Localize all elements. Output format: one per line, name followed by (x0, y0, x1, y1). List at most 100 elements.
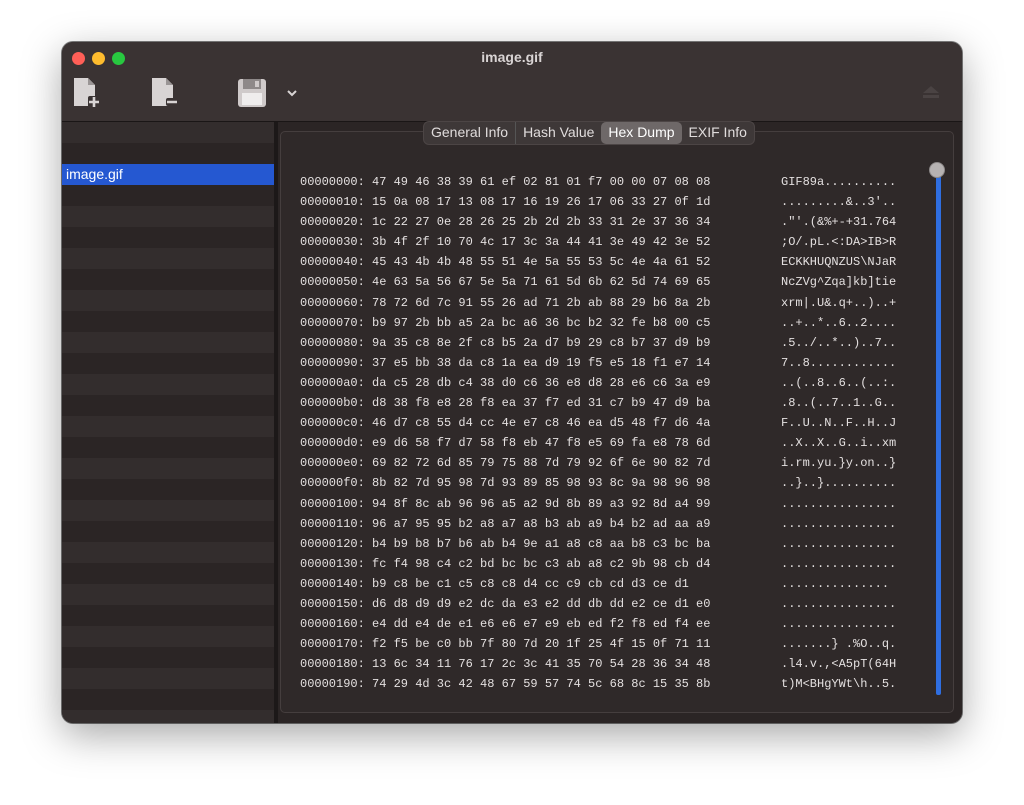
add-file-button[interactable] (68, 76, 102, 110)
hex-bytes: d8 38 f8 e8 28 f8 ea 37 f7 ed 31 c7 b9 4… (372, 396, 711, 411)
hex-offset: 000000e0: (300, 456, 365, 471)
hex-offset: 00000190: (300, 677, 365, 692)
hex-dump-row: 00000010: 15 0a 08 17 13 08 17 16 19 26 1… (300, 192, 896, 212)
hex-bytes: 46 d7 c8 55 d4 cc 4e e7 c8 46 ea d5 48 f… (372, 416, 711, 431)
hex-offset: 00000060: (300, 295, 365, 310)
ascii-text: .l4.v.,<A5pT(64H (781, 657, 897, 672)
hex-dump-row: 00000140: b9 c8 be c1 c5 c8 c8 d4 cc c9 c… (300, 574, 896, 594)
hex-dump-row: 00000190: 74 29 4d 3c 42 48 67 59 57 74 5… (300, 674, 896, 694)
save-menu-button[interactable] (285, 86, 299, 100)
hex-dump-row: 00000040: 45 43 4b 4b 48 55 51 4e 5a 55 5… (300, 252, 896, 272)
hex-bytes: e4 dd e4 de e1 e6 e6 e7 e9 eb ed f2 f8 e… (372, 617, 711, 632)
hex-dump-row: 00000110: 96 a7 95 95 b2 a8 a7 a8 b3 ab a… (300, 514, 896, 534)
window-title: image.gif (481, 49, 543, 65)
hex-offset: 00000040: (300, 255, 365, 270)
ascii-text: ECKKHUQNZUS\NJaR (781, 255, 897, 270)
ascii-text: ................ (781, 516, 897, 531)
ascii-text: ................ (781, 536, 897, 551)
hex-dump-row: 000000e0: 69 82 72 6d 85 79 75 88 7d 79 9… (300, 453, 896, 473)
hex-dump-row: 00000050: 4e 63 5a 56 67 5e 5a 71 61 5d 6… (300, 272, 896, 292)
hex-offset: 00000180: (300, 657, 365, 672)
main-content: General Info Hash Value Hex Dump EXIF In… (278, 121, 962, 723)
hex-dump-row: 000000a0: da c5 28 db c4 38 d0 c6 36 e8 d… (300, 373, 896, 393)
hex-offset: 000000d0: (300, 436, 365, 451)
hex-bytes: 69 82 72 6d 85 79 75 88 7d 79 92 6f 6e 9… (372, 456, 711, 471)
hex-offset: 000000b0: (300, 396, 365, 411)
hex-dump-row: 00000160: e4 dd e4 de e1 e6 e6 e7 e9 eb e… (300, 614, 896, 634)
hex-bytes: 45 43 4b 4b 48 55 51 4e 5a 55 53 5c 4e 4… (372, 255, 711, 270)
hex-dump-row: 00000120: b4 b9 b8 b7 b6 ab b4 9e a1 a8 c… (300, 534, 896, 554)
hex-bytes: 15 0a 08 17 13 08 17 16 19 26 17 06 33 2… (372, 195, 711, 210)
hex-bytes: 13 6c 34 11 76 17 2c 3c 41 35 70 54 28 3… (372, 657, 711, 672)
tab-bar: General Info Hash Value Hex Dump EXIF In… (423, 121, 755, 145)
ascii-text: ..X..X..G..i..xm (781, 436, 897, 451)
ascii-text: ................ (781, 496, 897, 511)
eject-button[interactable] (920, 83, 942, 99)
app-window: image.gif image.gif General Info Hash Va… (62, 42, 962, 723)
save-button[interactable] (236, 77, 268, 109)
tab-exif-info[interactable]: EXIF Info (682, 122, 754, 144)
hex-dump-row: 00000070: b9 97 2b bb a5 2a bc a6 36 bc b… (300, 313, 896, 333)
hex-bytes: d6 d8 d9 d9 e2 dc da e3 e2 dd db dd e2 c… (372, 596, 711, 611)
hex-dump-row: 00000080: 9a 35 c8 8e 2f c8 b5 2a d7 b9 2… (300, 333, 896, 353)
tab-hex-dump[interactable]: Hex Dump (601, 122, 682, 144)
hex-dump-row: 00000130: fc f4 98 c4 c2 bd bc bc c3 ab a… (300, 554, 896, 574)
scrollbar-track[interactable] (936, 163, 941, 695)
floppy-disk-icon (238, 79, 266, 107)
hex-offset: 000000f0: (300, 476, 365, 491)
ascii-text: ................ (781, 596, 897, 611)
ascii-text: 7..8............ (781, 355, 897, 370)
hex-dump-row: 000000f0: 8b 82 7d 95 98 7d 93 89 85 98 9… (300, 473, 896, 493)
remove-file-button[interactable] (146, 76, 180, 110)
remove-file-icon (152, 78, 178, 106)
hex-dump-row: 000000b0: d8 38 f8 e8 28 f8 ea 37 f7 ed 3… (300, 393, 896, 413)
ascii-text: ..+..*..6..2.... (781, 315, 897, 330)
hex-offset: 00000130: (300, 556, 365, 571)
hex-bytes: 96 a7 95 95 b2 a8 a7 a8 b3 ab a9 b4 b2 a… (372, 516, 711, 531)
hex-dump-view[interactable]: 00000000: 47 49 46 38 39 61 ef 02 81 01 f… (300, 172, 896, 694)
hex-dump-row: 000000d0: e9 d6 58 f7 d7 58 f8 eb 47 f8 e… (300, 433, 896, 453)
ascii-text: i.rm.yu.}y.on..} (781, 456, 897, 471)
tab-hash-value[interactable]: Hash Value (516, 122, 601, 144)
add-file-icon (74, 78, 100, 108)
hex-offset: 000000c0: (300, 416, 365, 431)
hex-dump-row: 00000090: 37 e5 bb 38 da c8 1a ea d9 19 f… (300, 353, 896, 373)
ascii-text: .5../..*..)..7.. (781, 335, 897, 350)
hex-bytes: da c5 28 db c4 38 d0 c6 36 e8 d8 28 e6 c… (372, 375, 711, 390)
ascii-text: ................ (781, 556, 897, 571)
ascii-text: ..}..}.......... (781, 476, 897, 491)
scrollbar-thumb[interactable] (929, 162, 945, 178)
hex-bytes: 37 e5 bb 38 da c8 1a ea d9 19 f5 e5 18 f… (372, 355, 711, 370)
ascii-text: ..(..8..6..(..:. (781, 375, 897, 390)
hex-dump-row: 00000150: d6 d8 d9 d9 e2 dc da e3 e2 dd d… (300, 594, 896, 614)
hex-dump-row: 00000030: 3b 4f 2f 10 70 4c 17 3c 3a 44 4… (300, 232, 896, 252)
hex-dump-row: 00000170: f2 f5 be c0 bb 7f 80 7d 20 1f 2… (300, 634, 896, 654)
hex-offset: 00000050: (300, 275, 365, 290)
ascii-text: t)M<BHgYWt\h..5. (781, 677, 897, 692)
hex-dump-row: 00000000: 47 49 46 38 39 61 ef 02 81 01 f… (300, 172, 896, 192)
hex-dump-row: 00000060: 78 72 6d 7c 91 55 26 ad 71 2b a… (300, 293, 896, 313)
hex-bytes: 74 29 4d 3c 42 48 67 59 57 74 5c 68 8c 1… (372, 677, 711, 692)
chevron-down-icon (287, 90, 297, 97)
hex-bytes: 9a 35 c8 8e 2f c8 b5 2a d7 b9 29 c8 b7 3… (372, 335, 711, 350)
hex-dump-row: 000000c0: 46 d7 c8 55 d4 cc 4e e7 c8 46 e… (300, 413, 896, 433)
hex-bytes: b9 c8 be c1 c5 c8 c8 d4 cc c9 cb cd d3 c… (372, 576, 689, 591)
ascii-text: ............... (781, 576, 890, 591)
hex-offset: 00000140: (300, 576, 365, 591)
ascii-text: ."'.(&%+-+31.764 (781, 215, 897, 230)
hex-offset: 000000a0: (300, 375, 365, 390)
tab-general-info[interactable]: General Info (424, 122, 517, 144)
hex-bytes: 78 72 6d 7c 91 55 26 ad 71 2b ab 88 29 b… (372, 295, 711, 310)
hex-offset: 00000000: (300, 175, 365, 189)
hex-offset: 00000010: (300, 195, 365, 210)
hex-bytes: b9 97 2b bb a5 2a bc a6 36 bc b2 32 fe b… (372, 315, 711, 330)
hex-bytes: fc f4 98 c4 c2 bd bc bc c3 ab a8 c2 9b 9… (372, 556, 711, 571)
hex-bytes: e9 d6 58 f7 d7 58 f8 eb 47 f8 e5 69 fa e… (372, 436, 711, 451)
hex-offset: 00000160: (300, 617, 365, 632)
ascii-text: NcZVg^Zqa]kb]tie (781, 275, 897, 290)
sidebar: image.gif (62, 122, 275, 723)
hex-offset: 00000120: (300, 536, 365, 551)
hex-offset: 00000110: (300, 516, 365, 531)
hex-bytes: 1c 22 27 0e 28 26 25 2b 2d 2b 33 31 2e 3… (372, 215, 711, 230)
sidebar-item-image-gif[interactable]: image.gif (62, 164, 275, 185)
